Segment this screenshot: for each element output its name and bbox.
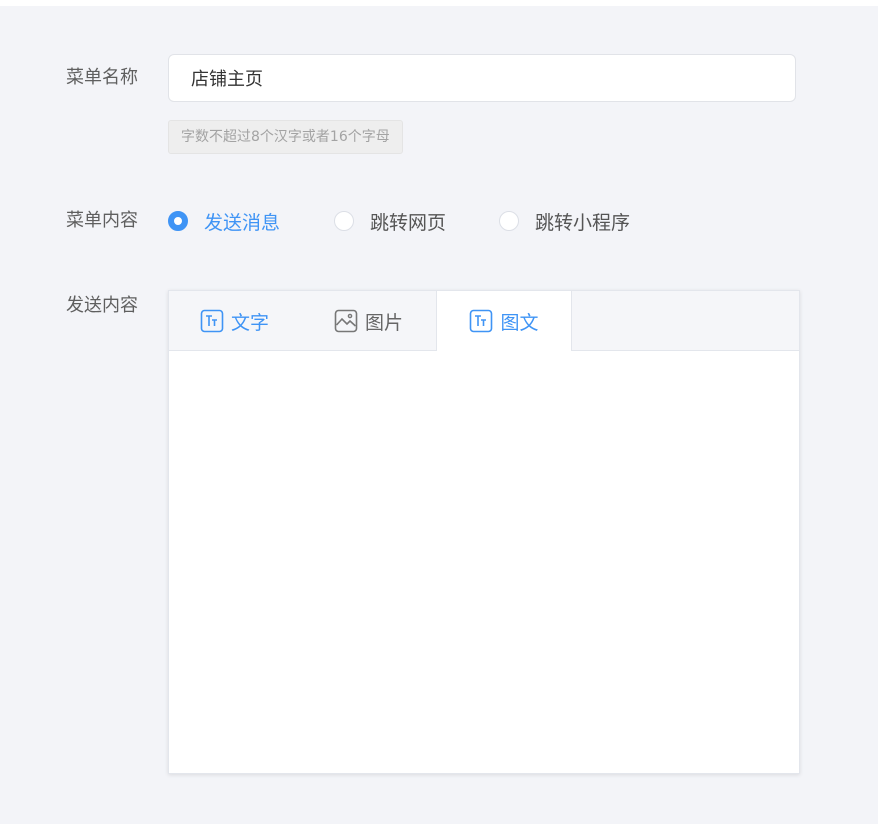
radio-jump-webpage-label: 跳转网页 — [370, 211, 447, 234]
radio-send-message-indicator[interactable] — [168, 211, 188, 231]
menu-content-label: 菜单内容 — [66, 210, 138, 231]
tab-text-image-label: 图文 — [500, 311, 539, 334]
text-image-icon — [470, 309, 493, 333]
radio-send-message-label: 发送消息 — [204, 211, 281, 234]
content-type-tabs: 文字 图片 图文 — [169, 291, 799, 351]
send-content-panel: 文字 图片 图文 — [168, 290, 800, 774]
tab-text-label: 文字 — [231, 311, 270, 334]
tab-image[interactable]: 图片 — [334, 291, 403, 351]
radio-jump-webpage-indicator[interactable] — [334, 211, 354, 231]
menu-name-hint: 字数不超过8个汉字或者16个字母 — [168, 120, 403, 154]
radio-jump-webpage[interactable]: 跳转网页 — [334, 208, 446, 234]
radio-send-message[interactable]: 发送消息 — [168, 208, 280, 234]
tab-text-image[interactable]: 图文 — [436, 291, 572, 351]
image-icon — [334, 309, 358, 333]
radio-jump-miniprogram-indicator[interactable] — [499, 211, 519, 231]
top-strip — [0, 0, 878, 6]
text-icon — [200, 309, 224, 333]
radio-jump-miniprogram[interactable]: 跳转小程序 — [499, 208, 630, 234]
tab-image-label: 图片 — [365, 311, 404, 334]
radio-jump-miniprogram-label: 跳转小程序 — [535, 211, 631, 234]
tab-text[interactable]: 文字 — [200, 291, 269, 351]
content-editor-area[interactable] — [169, 351, 799, 773]
send-content-label: 发送内容 — [66, 295, 138, 316]
menu-name-label: 菜单名称 — [66, 67, 138, 88]
menu-name-input[interactable] — [168, 54, 796, 102]
